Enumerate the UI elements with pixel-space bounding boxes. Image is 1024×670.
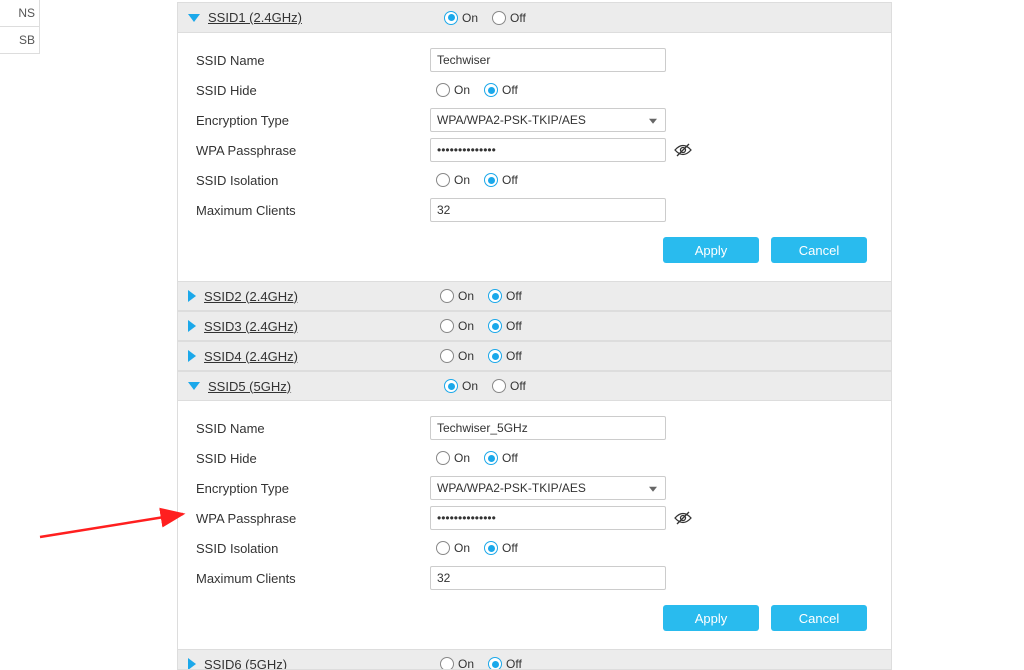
ssid1-name-input[interactable]	[430, 48, 666, 72]
ssid1-passphrase-input[interactable]	[430, 138, 666, 162]
expand-icon	[188, 658, 196, 670]
ssid2-on-radio[interactable]	[440, 289, 454, 303]
eye-slash-icon[interactable]	[674, 511, 692, 525]
ssid5-passphrase-input[interactable]	[430, 506, 666, 530]
ssid5-title: SSID5 (5GHz)	[208, 379, 438, 394]
wpa-passphrase-label: WPA Passphrase	[196, 143, 430, 158]
ssid6-on-radio[interactable]	[440, 657, 454, 670]
ssid1-body: SSID Name SSID Hide On Off Encryption Ty…	[178, 33, 891, 281]
ssid5-hide-on-radio[interactable]	[436, 451, 450, 465]
ssid6-off-radio[interactable]	[488, 657, 502, 670]
wpa-passphrase-label: WPA Passphrase	[196, 511, 430, 526]
ssid1-hide-on-radio[interactable]	[436, 83, 450, 97]
ssid5-max-clients-input[interactable]	[430, 566, 666, 590]
ssid5-isolation-on-radio[interactable]	[436, 541, 450, 555]
on-label: On	[462, 11, 478, 25]
expand-icon	[188, 290, 196, 302]
ssid1-enable-group: On Off	[438, 11, 530, 25]
ssid5-name-input[interactable]	[430, 416, 666, 440]
sidebar-item-ns[interactable]: NS	[0, 0, 39, 27]
encryption-label: Encryption Type	[196, 113, 430, 128]
ssid1-on-radio[interactable]	[444, 11, 458, 25]
ssid5-header[interactable]: SSID5 (5GHz) On Off	[178, 371, 891, 401]
ssid2-header[interactable]: SSID2 (2.4GHz) On Off	[178, 281, 891, 311]
expand-icon	[188, 320, 196, 332]
ssid6-header[interactable]: SSID6 (5GHz) On Off	[178, 649, 891, 670]
collapse-icon	[188, 14, 200, 22]
ssid2-off-radio[interactable]	[488, 289, 502, 303]
eye-slash-icon[interactable]	[674, 143, 692, 157]
ssid5-isolation-off-radio[interactable]	[484, 541, 498, 555]
ssid4-off-radio[interactable]	[488, 349, 502, 363]
ssid5-hide-off-radio[interactable]	[484, 451, 498, 465]
ssid5-on-radio[interactable]	[444, 379, 458, 393]
ssid5-body: SSID Name SSID Hide On Off Encryption Ty…	[178, 401, 891, 649]
expand-icon	[188, 350, 196, 362]
ssid4-on-radio[interactable]	[440, 349, 454, 363]
ssid5-apply-button[interactable]: Apply	[663, 605, 759, 631]
wlan-settings-panel: SSID1 (2.4GHz) On Off SSID Name SSID Hid…	[177, 2, 892, 670]
ssid-hide-label: SSID Hide	[196, 83, 430, 98]
sidebar: NS SB	[0, 0, 40, 54]
ssid1-cancel-button[interactable]: Cancel	[771, 237, 867, 263]
ssid1-header[interactable]: SSID1 (2.4GHz) On Off	[178, 3, 891, 33]
ssid3-on-radio[interactable]	[440, 319, 454, 333]
ssid1-apply-button[interactable]: Apply	[663, 237, 759, 263]
sidebar-item-sb[interactable]: SB	[0, 27, 39, 54]
annotation-arrow-icon	[35, 492, 195, 542]
ssid6-title: SSID6 (5GHz)	[204, 657, 434, 670]
ssid2-title: SSID2 (2.4GHz)	[204, 289, 434, 304]
ssid3-off-radio[interactable]	[488, 319, 502, 333]
collapse-icon	[188, 382, 200, 390]
ssid1-off-radio[interactable]	[492, 11, 506, 25]
ssid3-title: SSID3 (2.4GHz)	[204, 319, 434, 334]
off-label: Off	[510, 11, 526, 25]
ssid3-header[interactable]: SSID3 (2.4GHz) On Off	[178, 311, 891, 341]
ssid5-encryption-select[interactable]: WPA/WPA2-PSK-TKIP/AES	[430, 476, 666, 500]
ssid1-encryption-select[interactable]: WPA/WPA2-PSK-TKIP/AES	[430, 108, 666, 132]
ssid-name-label: SSID Name	[196, 53, 430, 68]
ssid5-cancel-button[interactable]: Cancel	[771, 605, 867, 631]
ssid1-isolation-on-radio[interactable]	[436, 173, 450, 187]
ssid4-header[interactable]: SSID4 (2.4GHz) On Off	[178, 341, 891, 371]
max-clients-label: Maximum Clients	[196, 203, 430, 218]
ssid4-title: SSID4 (2.4GHz)	[204, 349, 434, 364]
ssid5-off-radio[interactable]	[492, 379, 506, 393]
ssid1-title: SSID1 (2.4GHz)	[208, 10, 438, 25]
ssid1-max-clients-input[interactable]	[430, 198, 666, 222]
ssid1-hide-off-radio[interactable]	[484, 83, 498, 97]
ssid-isolation-label: SSID Isolation	[196, 173, 430, 188]
ssid1-isolation-off-radio[interactable]	[484, 173, 498, 187]
